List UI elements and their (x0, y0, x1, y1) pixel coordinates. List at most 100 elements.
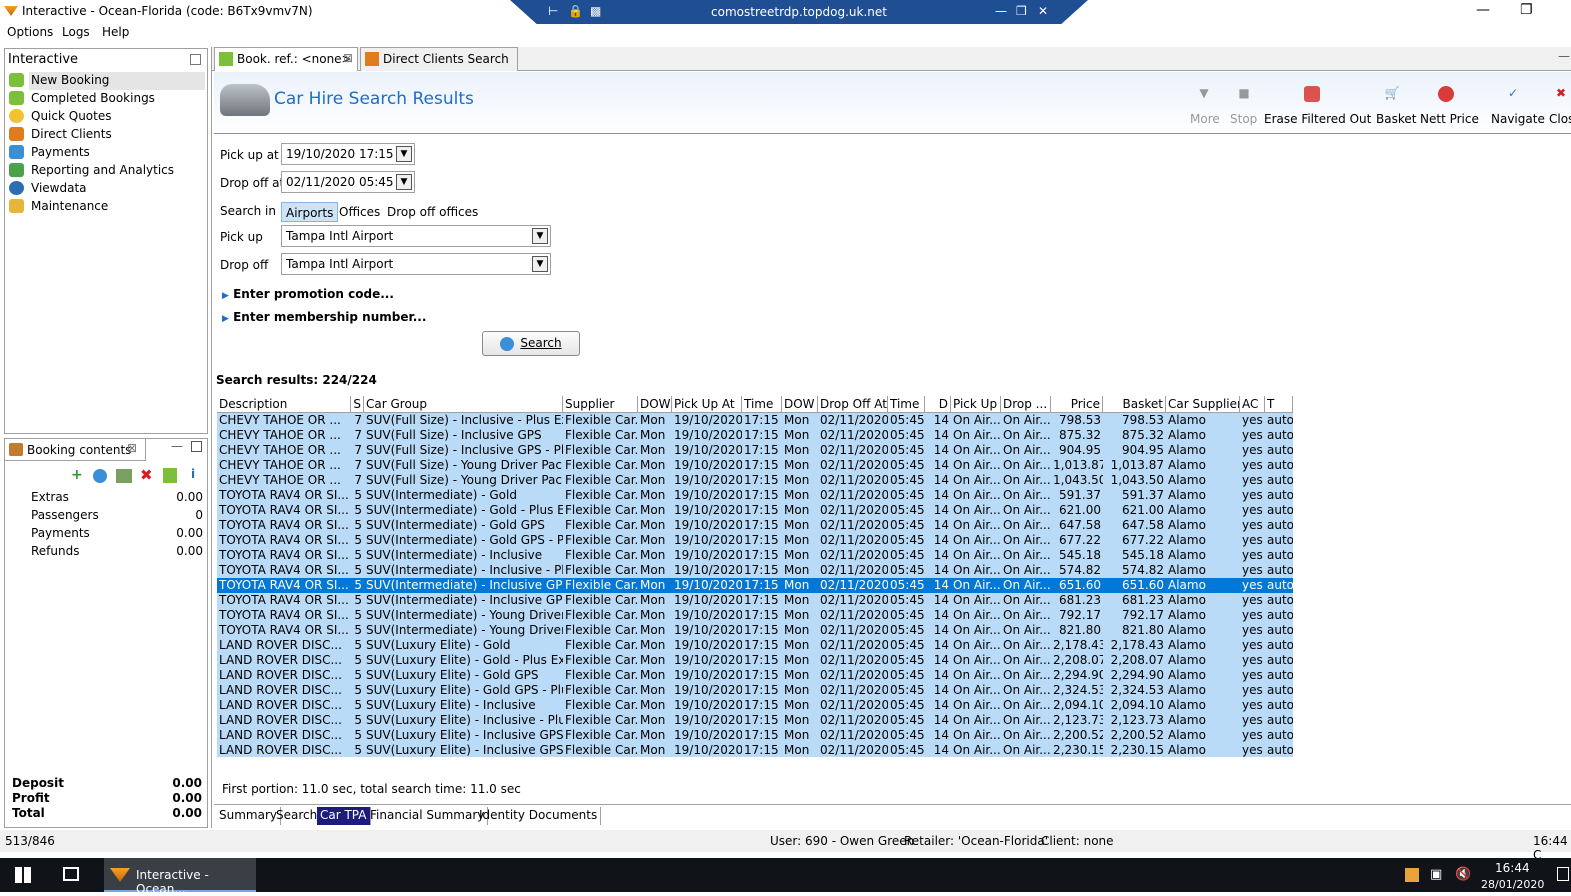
transfer-icon[interactable] (116, 469, 132, 483)
tab-search[interactable]: Search (273, 807, 322, 825)
booking-contents-panel: Booking contents ⊠ — + ✖ i Extras 0.00 Pa… (4, 438, 208, 828)
volume-muted-icon[interactable]: 🔇 (1455, 867, 1471, 882)
menu-help[interactable]: Help (102, 25, 129, 39)
close-tab-icon[interactable]: ⊠ (343, 51, 353, 65)
navigate-button[interactable]: ✓ Navigate (1491, 86, 1545, 126)
table-cell: SUV(Intermediate) - Gold - Plus Exc... (364, 503, 563, 518)
nav-direct-clients[interactable]: Direct Clients (9, 126, 114, 144)
chevron-down-icon[interactable]: ▼ (532, 256, 548, 272)
nett-price-button[interactable]: Nett Price (1420, 86, 1479, 126)
table-cell: 02/11/2020 (818, 563, 888, 578)
column-header[interactable]: AC (1240, 396, 1265, 413)
nav-completed-bookings[interactable]: Completed Bookings (9, 90, 157, 108)
panel-minimize-icon[interactable]: — (171, 439, 183, 453)
column-header[interactable]: Basket (1103, 396, 1166, 413)
chevron-down-icon[interactable]: ▼ (396, 146, 412, 162)
column-header[interactable]: Drop ... (1001, 396, 1051, 413)
search-in-airports[interactable]: Airports (281, 202, 339, 222)
chevron-down-icon[interactable]: ▼ (532, 228, 548, 244)
results-grid[interactable]: Description S Car Group Supplier DOW Pick Up … (217, 392, 1571, 757)
nav-quick-quotes[interactable]: Quick Quotes (9, 108, 113, 126)
stop-button[interactable]: ■ Stop (1230, 86, 1257, 126)
task-view-icon[interactable] (63, 867, 79, 881)
refresh-icon[interactable] (93, 469, 107, 483)
column-header[interactable]: Time (742, 396, 782, 413)
column-header[interactable]: Car Group (364, 396, 563, 413)
results-count: Search results: 224/224 (216, 373, 377, 387)
tab-financial-summary[interactable]: Financial Summary (367, 807, 489, 825)
table-cell: On Air... (951, 428, 1001, 443)
tab-booking-ref[interactable]: Book. ref.: <none> ⊠ (214, 47, 358, 71)
column-header[interactable]: Pick Up At (672, 396, 742, 413)
maximize-icon[interactable]: ❐ (1520, 2, 1533, 18)
dropoff-at-field[interactable]: 02/11/2020 05:45 ▼ (281, 171, 415, 193)
column-header[interactable]: T (1265, 396, 1293, 413)
column-header[interactable]: Price (1051, 396, 1103, 413)
palm-tree-icon[interactable] (163, 468, 177, 483)
tab-identity-documents[interactable]: Identity Documents (476, 807, 602, 825)
panel-minimize-icon[interactable]: — (1558, 49, 1570, 63)
windows-start-icon[interactable] (15, 867, 31, 883)
membership-number-expander[interactable]: ▶ Enter membership number... (222, 310, 426, 324)
close-tab-icon[interactable]: ⊠ (127, 441, 137, 455)
menu-logs[interactable]: Logs (62, 25, 90, 39)
table-cell: auto (1265, 638, 1293, 653)
nav-maintenance[interactable]: Maintenance (9, 198, 110, 216)
table-cell: 17:15 (742, 563, 782, 578)
chevron-down-icon[interactable]: ▼ (396, 174, 412, 190)
delete-icon[interactable]: ✖ (140, 466, 153, 484)
notifications-icon[interactable] (1557, 867, 1569, 881)
nav-new-booking[interactable]: New Booking (9, 72, 205, 90)
table-cell: 5 (351, 728, 364, 743)
tab-car-tpa[interactable]: Car TPA (317, 807, 371, 825)
table-cell: 14 (925, 668, 951, 683)
minimize-icon[interactable]: — (1476, 2, 1490, 18)
rdp-restore-icon[interactable]: ❐ (1016, 4, 1027, 18)
column-header[interactable]: Pick Up (951, 396, 1001, 413)
search-in-dropoff-offices[interactable]: Drop off offices (383, 202, 482, 222)
booking-contents-tab[interactable]: Booking contents ⊠ (5, 439, 146, 461)
more-button[interactable]: ▼ More (1190, 86, 1220, 126)
basket-button[interactable]: 🛒 Basket (1376, 86, 1416, 126)
tab-summary[interactable]: Summary (216, 807, 281, 825)
network-icon[interactable]: ▣ (1430, 867, 1442, 882)
column-header[interactable]: D (925, 396, 951, 413)
table-cell: 651.60 (1103, 578, 1166, 593)
column-header[interactable]: Supplier (563, 396, 638, 413)
add-icon[interactable]: + (71, 467, 83, 483)
search-button[interactable]: Search (482, 331, 580, 356)
column-header[interactable]: Car Supplier (1166, 396, 1240, 413)
nav-payments[interactable]: Payments (9, 144, 92, 162)
rdp-close-icon[interactable]: ✕ (1038, 4, 1048, 18)
panel-maximize-icon[interactable] (191, 441, 202, 452)
nav-viewdata[interactable]: Viewdata (9, 180, 89, 198)
rdp-minimize-icon[interactable]: — (995, 4, 1007, 18)
pickup-at-field[interactable]: 19/10/2020 17:15 ▼ (281, 143, 415, 165)
column-header[interactable]: DOW (782, 396, 818, 413)
erase-filtered-out-button[interactable]: Erase Filtered Out (1264, 86, 1371, 126)
tab-direct-clients-search[interactable]: Direct Clients Search (360, 47, 518, 71)
nav-reporting[interactable]: Reporting and Analytics (9, 162, 176, 180)
close-button[interactable]: ✖Clos (1549, 86, 1571, 126)
table-cell: 2,123.73 (1103, 713, 1166, 728)
search-in-offices[interactable]: Offices (335, 202, 384, 222)
table-cell: 19/10/2020 (672, 683, 742, 698)
column-header[interactable]: Time (888, 396, 925, 413)
column-header[interactable]: Drop Off At (818, 396, 888, 413)
taskbar-app-interactive[interactable]: Interactive - Ocean... (104, 858, 256, 896)
table-cell: On Air... (951, 503, 1001, 518)
dropoff-location-select[interactable]: Tampa Intl Airport ▼ (281, 253, 551, 275)
pickup-location-select[interactable]: Tampa Intl Airport ▼ (281, 225, 551, 247)
collapse-icon[interactable] (190, 54, 201, 65)
table-cell: 02/11/2020 (818, 488, 888, 503)
tray-app-icon[interactable] (1405, 868, 1419, 882)
promotion-code-expander[interactable]: ▶ Enter promotion code... (222, 287, 394, 301)
table-cell: On Air... (1001, 728, 1051, 743)
booking-row-refunds: Refunds 0.00 (31, 544, 203, 558)
column-header[interactable]: DOW (638, 396, 672, 413)
column-header[interactable]: S (351, 396, 364, 413)
column-header[interactable]: Description (217, 396, 351, 413)
menu-options[interactable]: Options (7, 25, 53, 39)
info-icon[interactable]: i (191, 467, 195, 481)
table-cell: 5 (351, 683, 364, 698)
